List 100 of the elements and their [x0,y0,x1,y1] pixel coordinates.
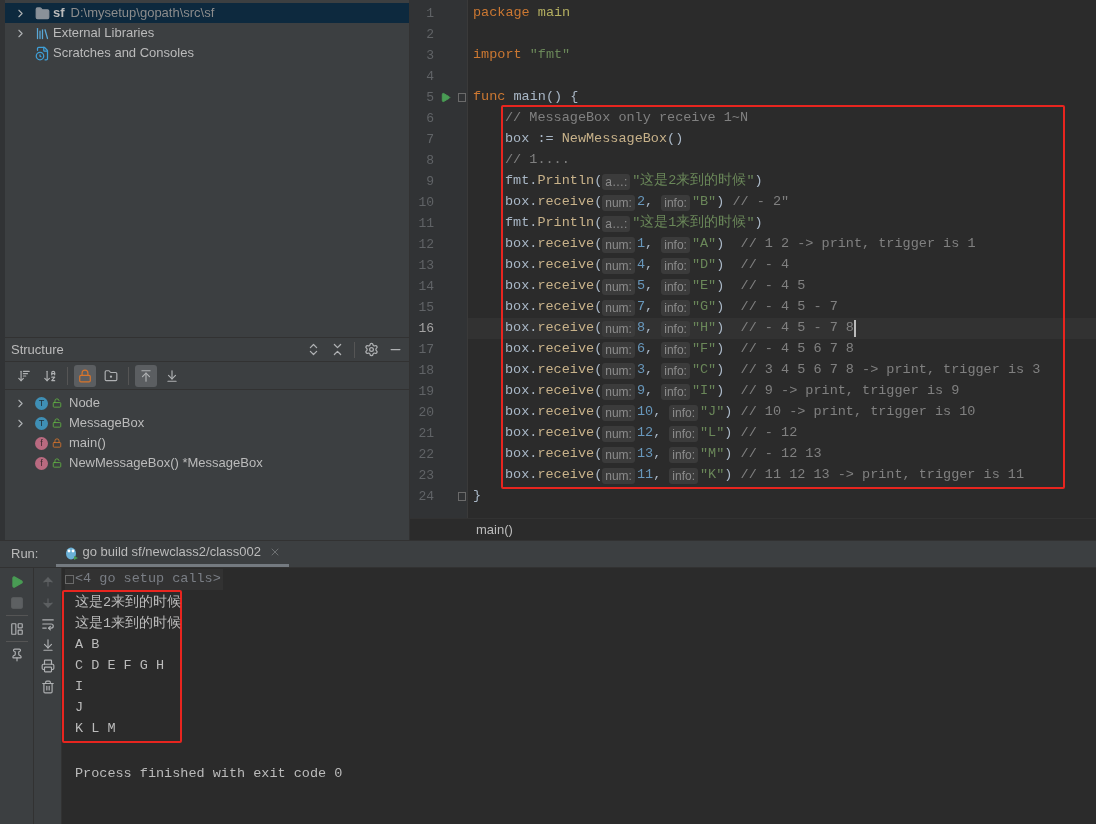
code-token: ) [716,340,726,359]
code-token: () [667,130,684,149]
code-token: box. [505,193,538,212]
function-badge-icon: f [35,456,48,470]
tree-item[interactable]: sf D:\mysetup\gopath\src\sf [5,3,409,23]
structure-item-label: NewMessageBox() *MessageBox [69,454,263,473]
code-token: receive [537,256,595,275]
parameter-hint: num: [602,194,635,211]
code-token: "这是2来到的时候" [632,171,755,191]
parameter-hint: info: [661,278,690,295]
code-token: // 9 -> print, trigger is 9 [740,382,960,401]
console-line: J [75,699,84,718]
folder-icon [35,5,50,21]
code-token: "E" [691,277,717,296]
tree-item-label: External Libraries [53,24,155,43]
code-token: receive [537,193,595,212]
code-token: ) [716,298,726,317]
code-token: 3 [636,361,646,380]
code-token: 1 [636,235,646,254]
settings-icon[interactable] [364,342,379,357]
code-token: , [645,256,655,275]
parameter-hint: num: [602,362,635,379]
code-token: box. [505,277,538,296]
code-token: ) [754,172,763,191]
parameter-hint: a…: [602,215,631,232]
scroll-to-end-icon [40,637,55,652]
code-token: // - 4 5 - 7 8 [740,319,854,338]
code-token: ( [594,193,603,212]
code-token: "G" [691,298,717,317]
print-icon [40,658,55,673]
code-token: // - 4 [740,256,790,275]
code-token: box. [505,382,538,401]
code-token: 10 [636,403,654,422]
code-token: 9 [636,382,646,401]
folded-lines[interactable]: <4 go setup calls> [65,569,223,590]
structure-item[interactable]: T Node [5,393,409,413]
parameter-hint: num: [602,341,635,358]
console-line: C D E F G H [75,657,165,676]
structure-item[interactable]: f main() [5,433,409,453]
parameter-hint: num: [602,236,635,253]
code-token: 5 [636,277,646,296]
code-token: , [653,403,663,422]
code-token: 13 [636,445,654,464]
breadcrumb[interactable]: main() [476,519,513,540]
code-token: receive [537,445,595,464]
run-icon[interactable] [439,92,451,103]
structure-item-label: MessageBox [69,414,145,433]
fold-marker-icon[interactable] [458,93,466,102]
code-token: , [653,424,663,443]
code-token: package [473,4,531,23]
console-line: A B [75,636,100,655]
code-token: ) [716,382,726,401]
code-token: ( [594,298,603,317]
toolbar-toggle[interactable] [74,364,96,387]
code-token: , [645,340,655,359]
expand-icon[interactable] [65,575,74,584]
code-token: // 1.... [505,151,570,170]
code-token: box. [505,235,538,254]
panel-title: Run: [11,545,39,564]
code-token: ( [594,382,603,401]
code-token: ) [716,193,726,212]
code-token: "B" [691,193,717,212]
sort-alphabetically-icon [43,368,57,383]
console-line: K L M [75,720,116,739]
folder-icon [104,368,118,383]
arrow-up-to-line-icon [139,368,153,383]
code-token: box. [505,424,538,443]
code-token: // - 4 5 6 7 8 [740,340,854,359]
code-token: import [473,46,523,65]
code-token: NewMessageBox [561,130,668,149]
parameter-hint: num: [602,383,635,400]
code-token: ( [594,466,603,485]
code-token: "fmt" [529,46,571,65]
structure-item[interactable]: f NewMessageBox() *MessageBox [5,453,409,473]
code-token: fmt. [505,172,538,191]
code-token: // - 4 5 - 7 [740,298,838,317]
code-token: box := [505,130,555,149]
tree-item-label: sf [53,4,65,23]
code-token: ( [594,445,603,464]
tree-item[interactable]: External Libraries [5,23,409,43]
code-token: box. [505,403,538,422]
fold-marker-icon[interactable] [458,492,466,501]
console-line: 这是2来到的时候 [75,593,182,613]
parameter-hint: info: [669,425,698,442]
code-token: ( [594,277,603,296]
code-token: box. [505,445,538,464]
trash-icon [40,679,55,694]
structure-item[interactable]: T MessageBox [5,413,409,433]
toolbar-toggle[interactable] [135,364,157,387]
code-token: box. [505,298,538,317]
folded-lines-label: <4 go setup calls> [75,570,221,589]
type-badge-icon: T [35,396,48,410]
code-token: ( [594,214,603,233]
tree-item[interactable]: Scratches and Consoles [5,43,409,63]
code-token: ) [754,214,763,233]
code-token: func [473,88,507,107]
code-token: , [653,445,663,464]
parameter-hint: info: [661,383,690,400]
code-token: "J" [700,403,725,422]
parameter-hint: num: [602,404,635,421]
